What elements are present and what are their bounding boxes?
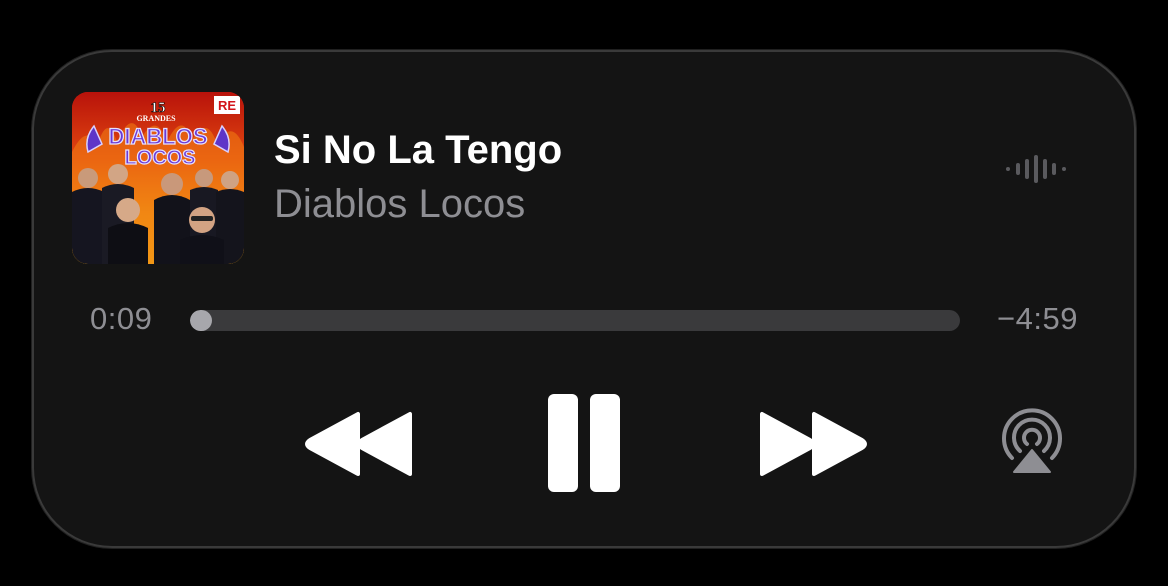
- elapsed-time: 0:09: [90, 301, 153, 336]
- artwork-subtitle-text: GRANDES: [136, 114, 176, 123]
- playback-scrubber[interactable]: [190, 310, 960, 331]
- label-logo-text: RE: [218, 98, 236, 113]
- playback-progress-fill: [190, 310, 212, 331]
- track-title[interactable]: Si No La Tengo: [274, 128, 562, 173]
- album-artwork-image: RE 15 GRANDES DIABLOS LOCOS: [72, 92, 244, 264]
- rewind-button[interactable]: [304, 408, 416, 480]
- artwork-band-name-line1: DIABLOS: [109, 124, 208, 149]
- now-playing-widget: RE 15 GRANDES DIABLOS LOCOS Si No La Ten…: [32, 50, 1136, 548]
- album-artwork[interactable]: RE 15 GRANDES DIABLOS LOCOS: [72, 92, 244, 264]
- rewind-icon: [305, 412, 412, 476]
- airplay-icon: [1002, 408, 1062, 473]
- remaining-time: −4:59: [997, 301, 1078, 336]
- artist-name[interactable]: Diablos Locos: [274, 182, 525, 227]
- fast-forward-button[interactable]: [756, 408, 868, 480]
- airplay-button[interactable]: [998, 408, 1066, 476]
- artwork-band-name-line2: LOCOS: [124, 147, 195, 169]
- fast-forward-icon: [760, 412, 867, 476]
- pause-icon: [548, 394, 620, 492]
- pause-button[interactable]: [544, 392, 624, 494]
- waveform-icon: [1006, 155, 1066, 183]
